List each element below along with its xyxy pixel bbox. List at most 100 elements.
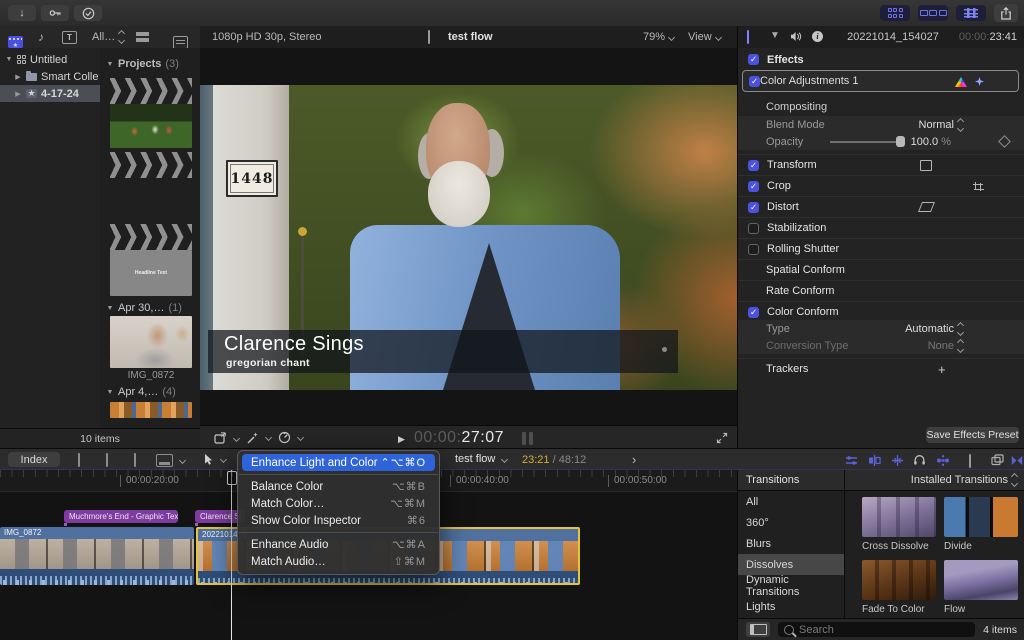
- timeline-toggle-button[interactable]: [918, 5, 948, 21]
- share-button[interactable]: [994, 4, 1018, 22]
- audio-meters[interactable]: [522, 432, 533, 445]
- event-group-apr4[interactable]: ▼ Apr 4,… (4): [100, 386, 176, 398]
- category-dissolves[interactable]: Dissolves: [738, 554, 844, 575]
- list-view-icon[interactable]: [173, 36, 188, 49]
- transition-cross-dissolve[interactable]: [862, 497, 936, 537]
- opacity-value[interactable]: 100.0 %: [841, 136, 951, 148]
- skimming-icon[interactable]: [845, 455, 858, 466]
- index-button[interactable]: Index: [8, 452, 60, 467]
- disclosure-closed-icon[interactable]: ▶: [14, 90, 22, 98]
- browser-toggle-button[interactable]: [880, 5, 910, 21]
- distort-icon[interactable]: [918, 202, 935, 212]
- blend-mode-row[interactable]: Blend Mode Normal: [738, 116, 1024, 133]
- photos-browser-icon[interactable]: [991, 454, 1004, 466]
- title-clip-muchmore[interactable]: Muchmore's End - Graphic Text: [64, 510, 178, 523]
- transitions-search-field[interactable]: Search: [778, 622, 975, 637]
- timeline-clip-img0872[interactable]: IMG_0872: [0, 527, 194, 585]
- insert-edit-icon[interactable]: [106, 453, 108, 467]
- effects-browser-icon[interactable]: [969, 454, 971, 468]
- rolling-shutter-row[interactable]: ✓ Rolling Shutter: [738, 238, 1024, 259]
- append-edit-icon[interactable]: [134, 453, 136, 467]
- audio-skimming-icon[interactable]: [868, 455, 881, 466]
- transform-checkbox[interactable]: ✓: [748, 160, 759, 171]
- headphones-icon[interactable]: [913, 454, 926, 466]
- project-thumbnail-football[interactable]: [110, 104, 192, 148]
- project-thumbnail-headline[interactable]: Headline Text: [110, 250, 192, 296]
- info-inspector-icon[interactable]: i: [812, 31, 823, 42]
- sidebar-item-smart-collection[interactable]: ▶ Smart Colle…: [0, 68, 100, 85]
- viewer-view-dropdown[interactable]: View: [688, 31, 721, 43]
- category-dynamic[interactable]: Dynamic Transitions: [738, 575, 844, 596]
- sidebar-item-untitled[interactable]: ▼ Untitled: [0, 51, 100, 68]
- solo-clips-icon[interactable]: [936, 455, 950, 466]
- timeline-history-forward[interactable]: ›: [632, 452, 636, 467]
- retime-menu-button[interactable]: [214, 432, 239, 444]
- media-sidebar-icon[interactable]: [8, 36, 23, 48]
- trackers-row[interactable]: Trackers +: [738, 358, 1024, 379]
- viewer-zoom-dropdown[interactable]: 79%: [643, 31, 674, 43]
- menu-item-balance-color[interactable]: Balance Color⌥⌘B: [242, 478, 435, 495]
- color-inspector-icon[interactable]: ▼: [770, 30, 780, 41]
- audio-inspector-icon[interactable]: [790, 31, 802, 42]
- project-filmstrip-placeholder[interactable]: [110, 152, 192, 178]
- distort-checkbox[interactable]: ✓: [748, 202, 759, 213]
- menu-item-enhance-light-color[interactable]: Enhance Light and Color⌃⌥⌘O: [242, 454, 435, 471]
- enhance-sparkle-icon[interactable]: [975, 77, 984, 86]
- keyframe-diamond-icon[interactable]: [998, 135, 1011, 148]
- import-media-button[interactable]: ↓: [8, 5, 36, 21]
- stabilization-row[interactable]: ✓ Stabilization: [738, 217, 1024, 238]
- effects-gauge-button[interactable]: [278, 431, 303, 444]
- crop-icon[interactable]: [973, 182, 983, 191]
- stabilization-checkbox[interactable]: ✓: [748, 223, 759, 234]
- transitions-browser-icon[interactable]: [1011, 455, 1023, 466]
- disclosure-open-icon[interactable]: ▼: [5, 56, 13, 63]
- transition-flow[interactable]: [944, 560, 1018, 600]
- disclosure-closed-icon[interactable]: ▶: [14, 73, 22, 81]
- sidebar-toggle-button[interactable]: [746, 622, 770, 637]
- rate-conform-row[interactable]: Rate Conform: [738, 280, 1024, 301]
- category-360[interactable]: 360°: [738, 512, 844, 533]
- background-tasks-button[interactable]: [74, 5, 102, 21]
- transition-fade-to-color[interactable]: [862, 560, 936, 600]
- browser-filter-dropdown[interactable]: All…: [92, 31, 124, 43]
- fullscreen-icon[interactable]: [716, 432, 728, 444]
- transform-icon[interactable]: [920, 160, 932, 171]
- color-conform-checkbox[interactable]: ✓: [748, 307, 759, 318]
- color-adjustments-row[interactable]: ✓ Color Adjustments 1: [742, 70, 1019, 92]
- category-blurs[interactable]: Blurs: [738, 533, 844, 554]
- enhancements-menu-button[interactable]: [246, 431, 271, 444]
- color-conform-row[interactable]: ✓ Color Conform: [738, 301, 1024, 322]
- category-lights[interactable]: Lights: [738, 596, 844, 617]
- menu-item-match-audio[interactable]: Match Audio…⇧⌘M: [242, 553, 435, 570]
- crop-checkbox[interactable]: ✓: [748, 181, 759, 192]
- add-tracker-button[interactable]: +: [938, 362, 946, 377]
- effects-checkbox[interactable]: ✓: [748, 54, 759, 65]
- menu-item-show-color-inspector[interactable]: Show Color Inspector⌘6: [242, 512, 435, 529]
- clip-thumbnail-strip[interactable]: [110, 402, 192, 418]
- spatial-conform-row[interactable]: Spatial Conform: [738, 259, 1024, 280]
- project-filmstrip-placeholder[interactable]: [110, 78, 192, 104]
- menu-item-match-color[interactable]: Match Color…⌥⌘M: [242, 495, 435, 512]
- viewer-video[interactable]: 1448 Clarence Sings gregorian chant: [200, 85, 737, 390]
- category-all[interactable]: All: [738, 491, 844, 512]
- titles-generators-icon[interactable]: T: [62, 31, 77, 44]
- sidebar-item-event-4-17-24[interactable]: ▶ ★ 4-17-24: [0, 85, 100, 102]
- timeline-project-dropdown[interactable]: test flow: [455, 453, 507, 465]
- keyword-editor-button[interactable]: [41, 5, 69, 21]
- project-filmstrip-placeholder[interactable]: [110, 224, 192, 250]
- overwrite-edit-dropdown[interactable]: [156, 454, 185, 467]
- inspector-toggle-button[interactable]: [956, 5, 986, 21]
- crop-row[interactable]: ✓ Crop: [738, 175, 1024, 196]
- transform-row[interactable]: ✓ Transform: [738, 154, 1024, 175]
- color-board-icon[interactable]: [955, 77, 967, 87]
- projects-section-header[interactable]: ▼ Projects (3): [100, 58, 200, 70]
- conform-type-row[interactable]: Type Automatic: [738, 320, 1024, 337]
- video-inspector-icon[interactable]: [747, 30, 749, 44]
- play-button[interactable]: ▶: [398, 434, 405, 445]
- playhead[interactable]: [231, 470, 232, 640]
- opacity-row[interactable]: Opacity 100.0 %: [738, 133, 1024, 150]
- clip-thumbnail-img0872[interactable]: [110, 316, 192, 368]
- save-effects-preset-button[interactable]: Save Effects Preset: [926, 427, 1019, 443]
- tool-select-dropdown[interactable]: [203, 453, 226, 466]
- installed-transitions-dropdown[interactable]: Installed Transitions: [845, 470, 1024, 491]
